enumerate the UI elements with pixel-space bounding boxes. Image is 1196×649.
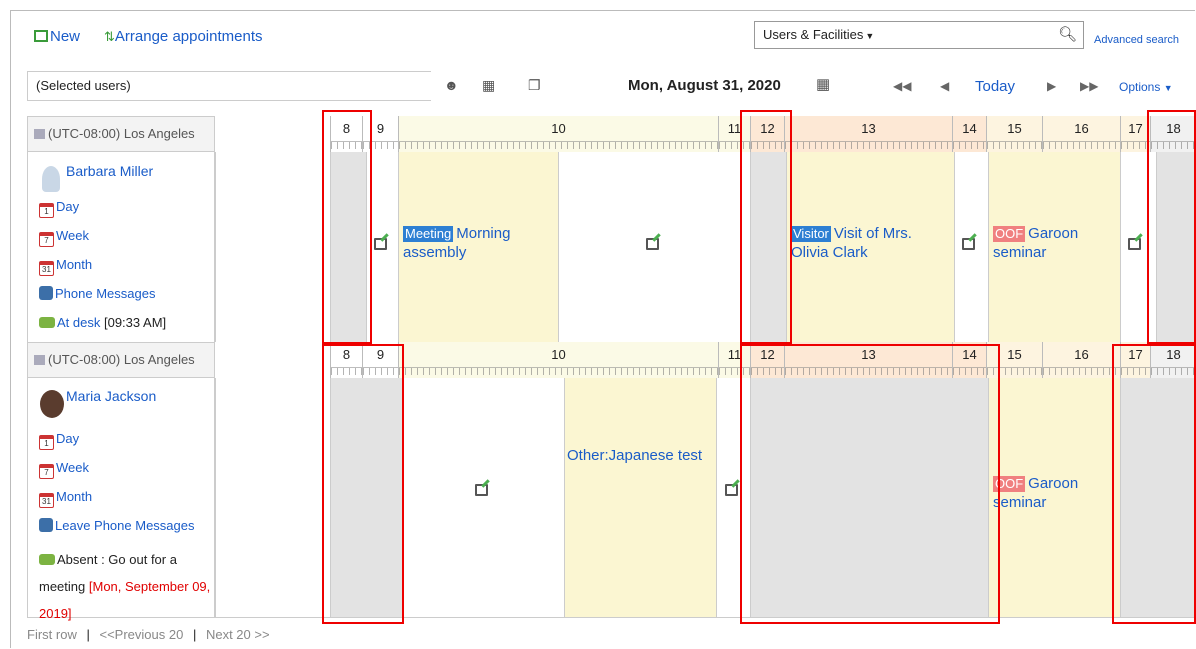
leave-phone-messages-link[interactable]: Leave Phone Messages (39, 518, 194, 533)
timezone-cell: (UTC-08:00) Los Angeles (27, 116, 215, 152)
user-cell-maria-jackson: Maria Jackson 1 Day 7 Week 31 Month Leave P… (27, 378, 215, 621)
day-link[interactable]: 1 Day (39, 199, 79, 218)
search-input[interactable]: 🔍︎ (901, 21, 1084, 49)
month-link[interactable]: 31 Month (39, 489, 92, 508)
search-scope-select[interactable]: Users & Facilities ▼ (754, 21, 902, 49)
today-button[interactable]: Today (975, 78, 1015, 95)
hour-header: 10 (398, 116, 718, 152)
visitor-badge: Visitor (791, 226, 831, 242)
advanced-search-link[interactable]: Advanced search (1094, 34, 1179, 46)
user-cell-barbara-miller: Barbara Miller 1 Day 7 Week 31 Month Phone … (27, 152, 215, 342)
highlight-box (1147, 110, 1196, 344)
popup-window-icon[interactable]: ❐ (528, 77, 541, 94)
month-link[interactable]: 31 Month (39, 257, 92, 276)
highlight-box (322, 110, 372, 344)
user-name-link[interactable]: Barbara Miller (66, 163, 153, 179)
group-select-icon[interactable]: ▦ (482, 77, 495, 94)
previous-day-icon[interactable]: ◀ (940, 79, 949, 93)
appointment-block[interactable]: OOF Garoon seminar (988, 152, 1120, 342)
appointment-title[interactable]: Meeting Morning assembly (403, 224, 553, 262)
day-calendar-icon: 1 (39, 435, 54, 450)
add-appointment-icon[interactable] (374, 238, 387, 250)
calendar-icon[interactable]: ▦ (816, 75, 830, 93)
week-link[interactable]: 7 Week (39, 460, 89, 479)
presence-status: Absent : Go out for a meeting [Mon, Sept… (39, 552, 211, 621)
chevron-down-icon: ▼ (865, 31, 875, 41)
user-select-icon[interactable]: ☻ (444, 77, 459, 93)
week-calendar-icon: 7 (39, 232, 54, 247)
chevron-down-icon: ▼ (1163, 83, 1173, 93)
add-appointment-icon[interactable] (725, 484, 738, 496)
arrange-appointments-button[interactable]: ⇅Arrange appointments (104, 28, 263, 45)
globe-icon (34, 355, 45, 365)
next-day-icon[interactable]: ▶ (1047, 79, 1056, 93)
previous-week-icon[interactable]: ◀◀ (893, 79, 911, 93)
avatar (40, 390, 64, 418)
add-appointment-icon[interactable] (646, 238, 659, 250)
hour-header: 16 (1042, 116, 1120, 152)
month-calendar-icon: 31 (39, 493, 54, 508)
phone-icon (39, 286, 53, 300)
appointment-block[interactable]: Meeting Morning assembly (398, 152, 558, 342)
user-name-link[interactable]: Maria Jackson (66, 388, 156, 404)
highlight-box (322, 344, 404, 624)
highlight-box (740, 110, 792, 344)
next-week-icon[interactable]: ▶▶ (1080, 79, 1098, 93)
add-appointment-icon[interactable] (1128, 238, 1141, 250)
appointment-title[interactable]: OOF Garoon seminar (993, 474, 1113, 512)
next-page-link[interactable]: Next 20 >> (206, 627, 270, 642)
new-icon (34, 30, 48, 42)
add-appointment-icon[interactable] (962, 238, 975, 250)
time-cell[interactable] (402, 378, 564, 618)
day-calendar-icon: 1 (39, 203, 54, 218)
hour-header: 13 (784, 116, 952, 152)
new-button[interactable]: New (34, 28, 80, 45)
appointment-title[interactable]: Visitor Visit of Mrs. Olivia Clark (791, 224, 941, 262)
oof-badge: OOF (993, 226, 1026, 242)
options-menu[interactable]: Options ▼ (1119, 80, 1173, 94)
meeting-badge: Meeting (403, 226, 454, 242)
week-calendar-icon: 7 (39, 464, 54, 479)
current-date: Mon, August 31, 2020 (628, 77, 781, 94)
first-row-link[interactable]: First row (27, 627, 77, 642)
highlight-box (740, 344, 1000, 624)
timezone-cell: (UTC-08:00) Los Angeles (27, 342, 215, 378)
month-calendar-icon: 31 (39, 261, 54, 276)
hour-header: 17 (1120, 116, 1150, 152)
appointment-title[interactable]: OOF Garoon seminar (993, 224, 1113, 262)
presence-status[interactable]: At desk [09:33 AM] (39, 315, 166, 330)
add-appointment-icon[interactable] (475, 484, 488, 496)
appointment-block[interactable]: OOF Garoon seminar (988, 378, 1120, 618)
phone-messages-link[interactable]: Phone Messages (39, 286, 155, 301)
time-cell[interactable] (215, 378, 330, 618)
day-link[interactable]: 1 Day (39, 431, 79, 450)
week-link[interactable]: 7 Week (39, 228, 89, 247)
appointment-block[interactable]: Visitor Visit of Mrs. Olivia Clark (786, 152, 954, 342)
time-cell[interactable] (215, 152, 330, 342)
appointment-block[interactable]: Other:Japanese test (564, 378, 716, 618)
presence-icon (39, 317, 55, 328)
arrange-icon: ⇅ (104, 29, 115, 44)
user-tools: ☻ ▦ ❐ (431, 71, 553, 101)
avatar (42, 166, 60, 192)
search-icon[interactable]: 🔍︎ (1058, 25, 1077, 43)
phone-icon (39, 518, 53, 532)
selected-users-field[interactable]: (Selected users) (27, 71, 431, 101)
hour-header: 16 (1042, 342, 1120, 378)
appointment-title[interactable]: Other:Japanese test (567, 446, 713, 465)
hour-header: 10 (398, 342, 718, 378)
presence-icon (39, 554, 55, 565)
hour-header: 14 (952, 116, 986, 152)
previous-page-link[interactable]: <<Previous 20 (99, 627, 183, 642)
highlight-box (1112, 344, 1196, 624)
pager: First row | <<Previous 20 | Next 20 >> (27, 627, 270, 642)
hour-header: 15 (986, 116, 1042, 152)
globe-icon (34, 129, 45, 139)
